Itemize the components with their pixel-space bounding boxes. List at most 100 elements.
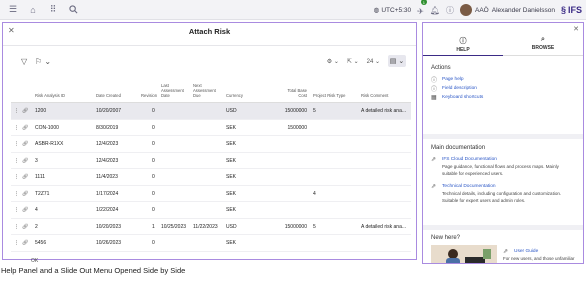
table-cell: 10/26/2023 (96, 240, 122, 246)
export-icon[interactable]: ⇱ ⌄ (347, 58, 359, 65)
technical-documentation-link[interactable]: ⇗ Technical Documentation (431, 182, 583, 191)
row-menu-icon[interactable]: ⋮ (14, 158, 19, 164)
column-header[interactable]: Project Risk Type (313, 93, 346, 98)
cloud-documentation-link[interactable]: ⇗ IFS Cloud Documentation (431, 155, 583, 164)
table-cell: A detailed risk ana... (361, 223, 407, 230)
table-cell: 5456 (35, 240, 47, 246)
attachment-icon[interactable]: 🔗︎ (22, 158, 28, 164)
keyboard-shortcuts-link[interactable]: ▦ Keyboard shortcuts (431, 93, 583, 102)
settings-gear-icon[interactable]: ⚙ ⌄ (327, 58, 339, 65)
flag-icon[interactable]: ⚐ ⌄ (35, 57, 51, 66)
attachment-icon[interactable]: 🔗︎ (22, 125, 28, 131)
table-row[interactable]: ⋮ 🔗︎ T2Z71 1/17/2024 0 SEK 4 (11, 186, 411, 202)
logo-mark-icon: § (560, 5, 566, 15)
attachment-icon[interactable]: 🔗︎ (22, 240, 28, 246)
row-menu-icon[interactable]: ⋮ (14, 174, 19, 180)
table-row[interactable]: ⋮ 🔗︎ 2 10/20/2023 1 10/25/2023 11/22/2023 USD 15… (11, 219, 411, 235)
timezone-label: UTC+5:30 (381, 6, 412, 14)
ok-button[interactable]: OK (31, 258, 38, 264)
table-cell: SEK (226, 240, 237, 246)
row-menu-icon[interactable]: ⋮ (14, 108, 19, 114)
divider (423, 134, 583, 139)
table-row[interactable]: ⋮ 🔗︎ ASBR-R1XX 12/4/2023 0 SEK (11, 136, 411, 153)
help-tabs: ⓘ HELP ⌕ BROWSE (423, 36, 583, 56)
field-description-link[interactable]: ⓘ Field description (431, 84, 583, 93)
main-documentation-section: Main documentation ⇗ IFS Cloud Documentat… (423, 145, 583, 204)
column-header[interactable]: Date Created (96, 93, 121, 98)
link-label: Field description (442, 86, 477, 91)
table-view-button[interactable]: ▤ ⌄ (388, 55, 406, 67)
link-label: Technical Documentation (442, 184, 496, 189)
table-cell: 5 (313, 108, 316, 114)
attachment-icon[interactable]: 🔗︎ (22, 191, 28, 197)
help-icon[interactable]: ⓘ (446, 5, 454, 16)
column-header[interactable]: Currency (226, 93, 243, 98)
column-header[interactable]: Next Assessment Due (193, 83, 219, 98)
table-cell: 0 (152, 157, 155, 164)
page-size-select[interactable]: 24 ⌄ (367, 58, 380, 65)
table-cell: 11/4/2023 (96, 174, 118, 180)
column-header[interactable]: Risk Analysis ID (35, 93, 65, 98)
row-menu-icon[interactable]: ⋮ (14, 240, 19, 246)
table-cell: USD (226, 108, 237, 114)
table-row[interactable]: ⋮ 🔗︎ 1200 10/20/2007 0 USD 15000000 5 A detailed… (11, 103, 411, 120)
table-cell: 1 (152, 223, 155, 230)
new-user-illustration (431, 245, 497, 263)
table-cell: 10/20/2023 (96, 223, 122, 230)
divider (423, 225, 583, 230)
menu-icon[interactable]: ☰ (6, 3, 20, 17)
table-cell: 12/4/2023 (96, 157, 119, 164)
attach-risk-dialog: ✕ Attach Risk ▽ ⚐ ⌄ ⚙ ⌄ ⇱ ⌄ 24 ⌄ ▤ ⌄ Ris… (2, 22, 417, 264)
table-cell: 11/22/2023 (193, 223, 218, 230)
row-menu-icon[interactable]: ⋮ (14, 191, 19, 197)
attachment-icon[interactable]: 🔗︎ (22, 224, 28, 230)
table-cell: SEK (226, 207, 237, 213)
top-bar: ☰ ⌂ ⠿ ◍ UTC+5:30 ✈ 1 🔔︎ ⓘ AAÖ Alexander … (0, 0, 586, 20)
grid-toolbar: ▽ ⚐ ⌄ ⚙ ⌄ ⇱ ⌄ 24 ⌄ ▤ ⌄ (3, 55, 416, 69)
table-row[interactable]: ⋮ 🔗︎ 5456 10/26/2023 0 SEK (11, 235, 411, 252)
row-menu-icon[interactable]: ⋮ (14, 224, 19, 230)
user-guide-link[interactable]: ⇗ User Guide (503, 247, 583, 256)
link-label: Keyboard shortcuts (442, 95, 484, 100)
bell-icon[interactable]: 🔔︎ (430, 6, 440, 15)
table-cell: 4 (35, 207, 38, 213)
attachment-icon[interactable]: 🔗︎ (22, 141, 28, 147)
row-menu-icon[interactable]: ⋮ (14, 141, 19, 147)
notifications-button[interactable]: ✈ 1 (417, 0, 427, 19)
search-icon[interactable] (66, 3, 80, 17)
apps-grid-icon[interactable]: ⠿ (46, 3, 60, 17)
column-header[interactable]: Revision (141, 93, 157, 98)
figure-caption: Help Panel and a Slide Out Menu Opened S… (1, 266, 186, 275)
column-header[interactable]: Risk Comment (361, 93, 388, 98)
home-icon[interactable]: ⌂ (26, 3, 40, 17)
table-cell: 12/4/2023 (96, 141, 119, 147)
row-menu-icon[interactable]: ⋮ (14, 125, 19, 131)
user-menu[interactable]: AAÖ Alexander Danielsson (460, 4, 555, 16)
table-row[interactable]: ⋮ 🔗︎ 4 1/22/2024 0 SEK (11, 202, 411, 219)
table-cell: 0 (152, 141, 155, 147)
user-guide-block: ⇗ User Guide For new users, and those unf… (503, 247, 583, 263)
table-cell: 1111 (35, 174, 46, 180)
column-header[interactable]: Last Assessment Date (161, 83, 187, 98)
table-row[interactable]: ⋮ 🔗︎ 1111 11/4/2023 0 SEK (11, 169, 411, 186)
table-row[interactable]: ⋮ 🔗︎ 3 12/4/2023 0 SEK (11, 153, 411, 169)
doc-description: Technical details, including configurati… (442, 191, 562, 203)
tab-browse[interactable]: ⌕ BROWSE (503, 36, 583, 56)
attachment-icon[interactable]: 🔗︎ (22, 207, 28, 213)
dialog-title: Attach Risk (188, 27, 231, 36)
filter-icon[interactable]: ▽ (21, 57, 27, 66)
close-icon[interactable]: ✕ (573, 25, 579, 33)
page-help-link[interactable]: ⓘ Page help (431, 75, 583, 84)
column-header[interactable]: Total Base Cost (279, 88, 307, 98)
table-cell: USD (226, 223, 237, 230)
tab-help[interactable]: ⓘ HELP (423, 36, 503, 56)
row-menu-icon[interactable]: ⋮ (14, 207, 19, 213)
table-cell: 0 (152, 240, 155, 246)
timezone-indicator[interactable]: ◍ UTC+5:30 (374, 6, 412, 15)
table-row[interactable]: ⋮ 🔗︎ CON-1000 8/30/2019 0 SEK 1500000 (11, 120, 411, 136)
table-cell: 8/30/2019 (96, 124, 119, 131)
table-header: Risk Analysis ID Date Created Revision L… (11, 73, 411, 103)
table-cell: 2 (35, 223, 38, 230)
attachment-icon[interactable]: 🔗︎ (22, 108, 28, 114)
attachment-icon[interactable]: 🔗︎ (22, 174, 28, 180)
